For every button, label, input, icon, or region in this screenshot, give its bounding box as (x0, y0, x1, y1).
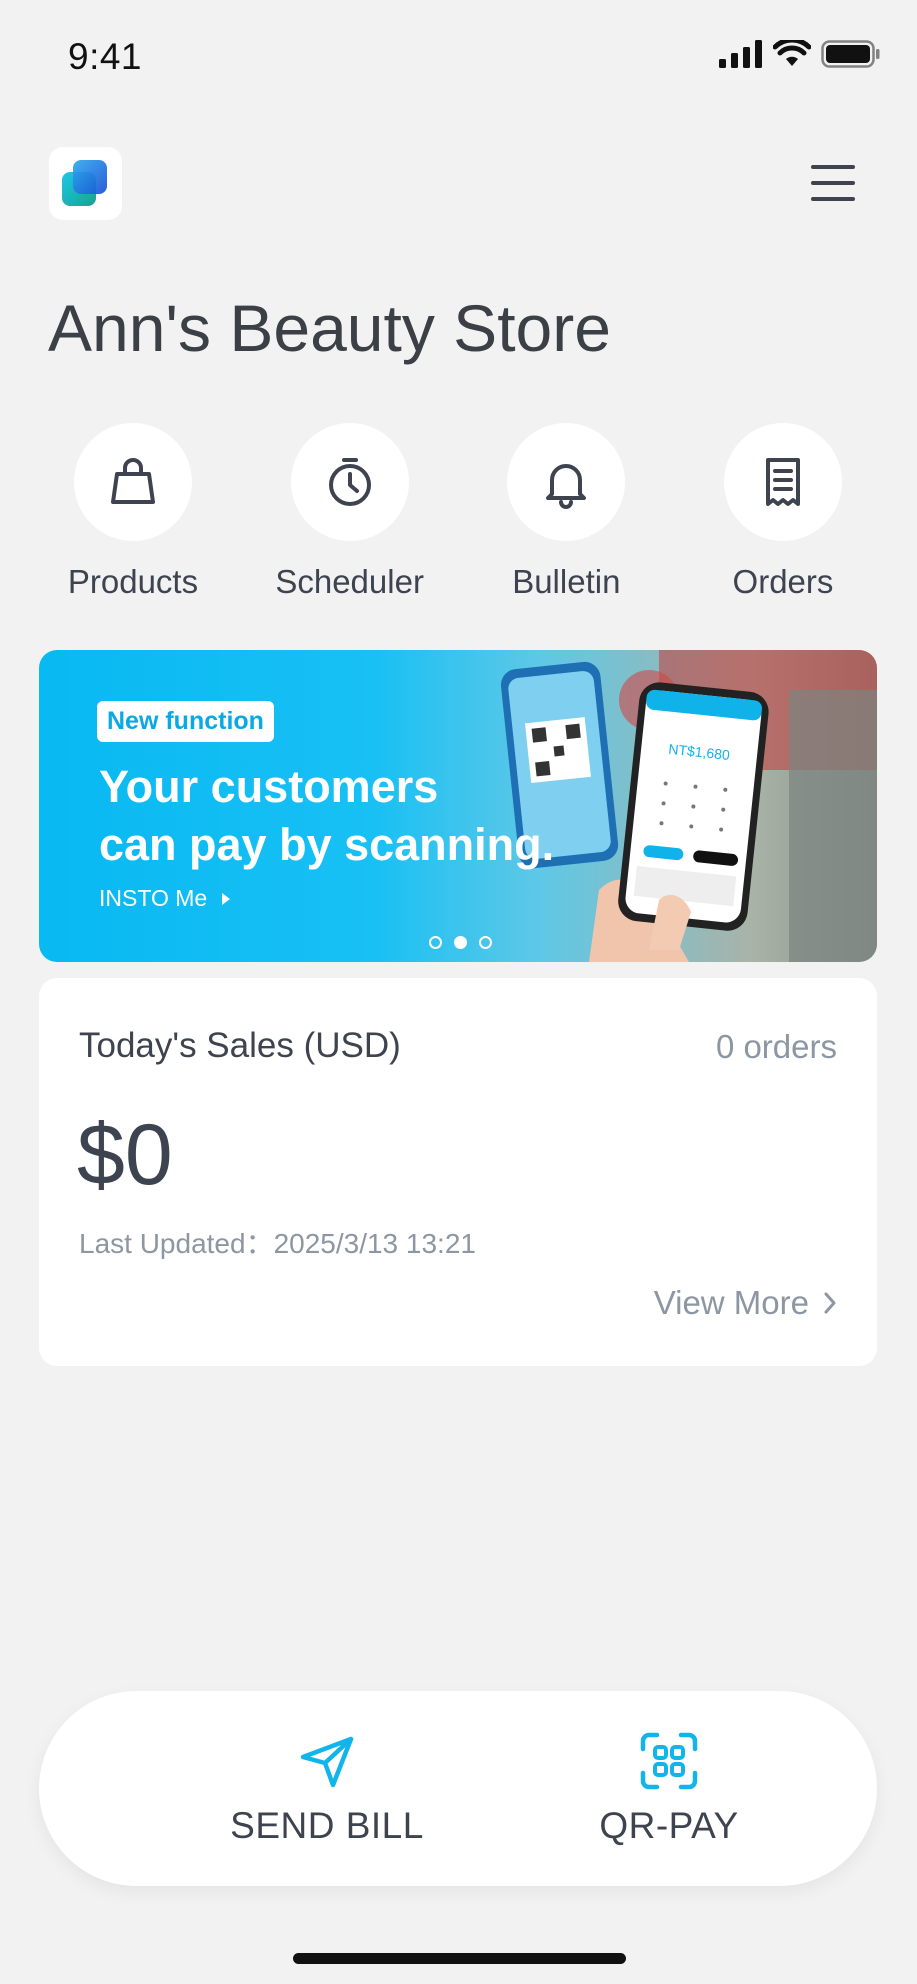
send-icon (300, 1736, 354, 1787)
store-name: Ann's Beauty Store (48, 291, 611, 365)
banner-headline: Your customers can pay by scanning. (99, 758, 619, 874)
scheduler-icon-circle (290, 423, 409, 541)
status-time: 9:41 (68, 36, 143, 77)
orders-icon-circle (723, 423, 842, 541)
orders-label: Orders (732, 563, 834, 600)
status-icons (719, 40, 881, 68)
banner-headline-line-1: Your customers (99, 761, 439, 812)
shopping-bag-icon (111, 458, 155, 504)
scheduler-button[interactable]: Scheduler (255, 423, 445, 613)
products-label: Products (67, 563, 199, 600)
carousel-dot[interactable] (429, 936, 442, 949)
sales-amount: $0 (77, 1107, 173, 1203)
carousel-dot[interactable] (479, 936, 492, 949)
bulletin-icon-circle (507, 423, 626, 541)
carousel-dots (429, 936, 492, 949)
app-logo[interactable] (49, 147, 122, 220)
app-logo-icon (62, 160, 107, 206)
quick-actions: Products Scheduler Bulletin Orders (38, 423, 878, 613)
bulletin-button[interactable]: Bulletin (471, 423, 661, 613)
orders-count: 0 orders (715, 1028, 837, 1065)
carousel-dot-active[interactable] (454, 936, 467, 949)
home-indicator[interactable] (293, 1953, 626, 1964)
bottom-action-bar: SEND BILL QR-PAY (39, 1691, 877, 1886)
cellular-signal-icon (719, 40, 762, 68)
qr-pay-button[interactable]: QR-PAY (519, 1691, 819, 1886)
play-triangle-icon (221, 893, 230, 905)
promo-banner[interactable]: NT$1,680 New function Your customers can… (39, 650, 877, 962)
qr-scan-icon (640, 1732, 698, 1789)
send-bill-button[interactable]: SEND BILL (177, 1691, 477, 1886)
scheduler-label: Scheduler (275, 563, 424, 600)
qr-pay-label: QR-PAY (599, 1804, 739, 1846)
bulletin-label: Bulletin (512, 563, 621, 600)
battery-icon (821, 40, 880, 68)
sales-title: Today's Sales (USD) (79, 1026, 401, 1065)
stopwatch-icon (328, 458, 371, 506)
view-more-label: View More (653, 1284, 809, 1321)
last-updated: Last Updated：2025/3/13 13:21 (79, 1228, 476, 1259)
banner-link[interactable]: INSTO Me (99, 885, 232, 912)
hamburger-menu-icon (811, 165, 855, 201)
chevron-right-icon (824, 1292, 836, 1314)
view-more-link[interactable]: View More (654, 1284, 837, 1322)
products-icon-circle (74, 423, 192, 541)
banner-link-label: INSTO Me (99, 885, 208, 911)
menu-button[interactable] (806, 160, 860, 206)
banner-headline-line-2: can pay by scanning. (99, 819, 555, 870)
products-button[interactable]: Products (38, 423, 228, 613)
bell-icon (546, 464, 587, 509)
wifi-icon (773, 40, 811, 66)
orders-button[interactable]: Orders (688, 423, 878, 613)
receipt-icon (765, 458, 800, 506)
sales-card: Today's Sales (USD) 0 orders $0 Last Upd… (39, 978, 877, 1366)
banner-tag: New function (97, 701, 274, 742)
send-bill-label: SEND BILL (230, 1804, 424, 1846)
